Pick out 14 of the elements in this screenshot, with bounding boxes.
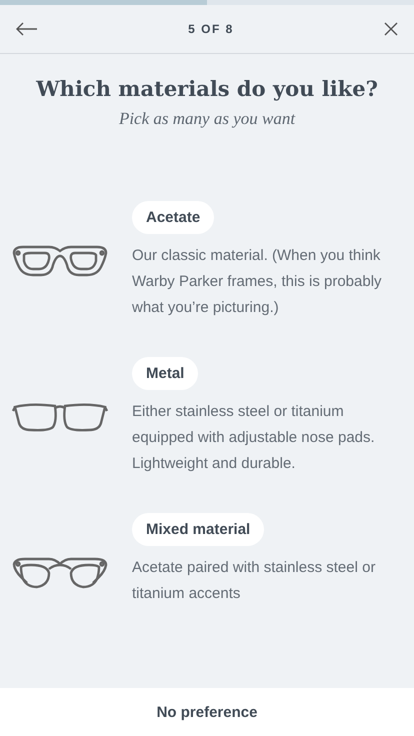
glasses-icon[interactable]: [11, 243, 109, 279]
material-description: Our classic material. (When you think Warby Parker frames, this is probably what you’re picturing.): [132, 246, 383, 318]
material-option-button[interactable]: Mixed material: [132, 513, 264, 546]
material-option-button[interactable]: Acetate: [132, 201, 214, 234]
close-icon[interactable]: [384, 22, 398, 36]
question-title: Which materials do you like?: [35, 76, 379, 101]
glasses-icon[interactable]: [11, 555, 109, 591]
no-preference-button[interactable]: No preference: [150, 702, 264, 722]
material-option-button[interactable]: Metal: [132, 357, 198, 390]
back-arrow-icon[interactable]: [16, 22, 38, 36]
question-subtitle: Pick as many as you want: [118, 109, 296, 129]
material-description: Either stainless steel or titanium equipped with adjustable nose pads. Lightweight and durable.: [132, 402, 376, 474]
material-description: Acetate paired with stainless steel or titanium accents: [132, 558, 376, 604]
step-counter: 5 OF 8: [188, 22, 234, 36]
